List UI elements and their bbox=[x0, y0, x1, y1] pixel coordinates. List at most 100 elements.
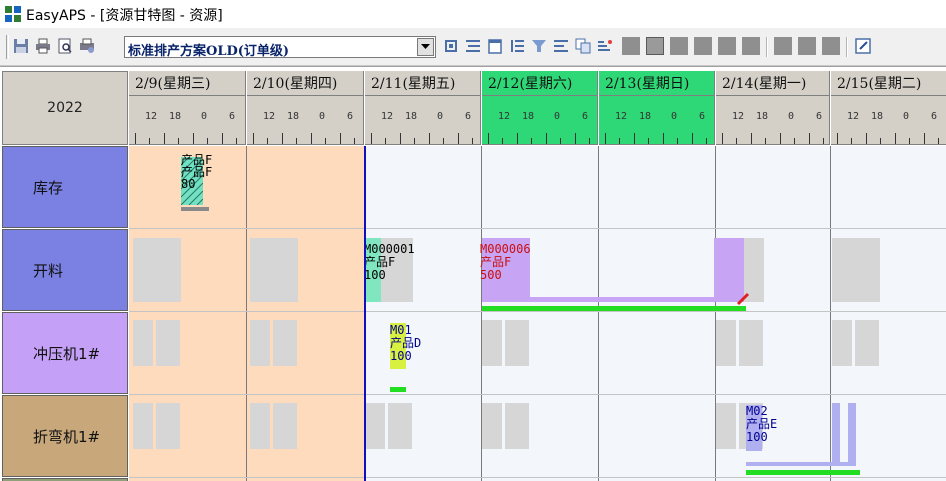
tick-label: 0 bbox=[437, 111, 444, 122]
day-header-weekend[interactable]: 2/13(星期日) 12 18 0 6 bbox=[599, 71, 715, 145]
shift-block bbox=[388, 403, 412, 449]
page-setup-icon[interactable] bbox=[78, 37, 96, 55]
shift-block bbox=[482, 320, 502, 366]
task-label-qty: 100 bbox=[390, 349, 412, 363]
task-label-product: 产品F bbox=[364, 255, 396, 269]
shift-block bbox=[505, 320, 529, 366]
day-divider bbox=[246, 146, 247, 481]
day-header[interactable]: 2/10(星期四) 12 18 0 6 bbox=[247, 71, 364, 145]
task-label-order: M000006 bbox=[480, 242, 531, 256]
task-bar-m000006-continuation bbox=[482, 297, 742, 302]
day-header[interactable]: 2/9(星期三) 12 18 0 6 bbox=[129, 71, 246, 145]
tick-label: 18 bbox=[756, 111, 769, 122]
row-divider bbox=[129, 394, 946, 395]
task-label-order: M02 bbox=[746, 404, 768, 418]
tick-label: 0 bbox=[554, 111, 561, 122]
resource-row-press-1[interactable]: 冲压机1# bbox=[2, 312, 128, 394]
plan-selector[interactable]: 标准排产方案OLD(订单级) bbox=[124, 36, 436, 59]
tick-label: 6 bbox=[229, 111, 236, 122]
gantt-view-button-8[interactable] bbox=[798, 37, 816, 55]
print-icon[interactable] bbox=[34, 37, 52, 55]
chevron-down-icon[interactable] bbox=[417, 38, 434, 56]
shift-block bbox=[133, 238, 181, 302]
task-bar-m02-end[interactable] bbox=[848, 403, 856, 463]
shift-block bbox=[273, 403, 297, 449]
row-divider bbox=[129, 228, 946, 229]
resource-row-inventory[interactable]: 库存 bbox=[2, 146, 128, 228]
app-logo-icon bbox=[5, 6, 21, 22]
day-header[interactable]: 2/14(星期一) 12 18 0 6 bbox=[716, 71, 830, 145]
shift-block bbox=[716, 320, 736, 366]
gantt-view-button-1[interactable] bbox=[622, 37, 640, 55]
resource-row-cutting[interactable]: 开料 bbox=[2, 229, 128, 311]
current-time-line bbox=[364, 146, 366, 481]
day-label: 2/9(星期三) bbox=[135, 76, 211, 92]
shift-block bbox=[855, 320, 879, 366]
tick-label: 6 bbox=[347, 111, 354, 122]
copy-icon[interactable] bbox=[574, 37, 592, 55]
shift-block bbox=[156, 403, 180, 449]
tick-label: 12 bbox=[263, 111, 276, 122]
align-icon[interactable] bbox=[552, 37, 570, 55]
day-label: 2/13(星期日) bbox=[605, 76, 690, 92]
gantt-view-button-2[interactable] bbox=[646, 37, 664, 55]
tick-label: 12 bbox=[498, 111, 511, 122]
future-period-background bbox=[365, 146, 946, 481]
gantt-view-button-4[interactable] bbox=[694, 37, 712, 55]
tick-label: 18 bbox=[522, 111, 535, 122]
shift-block bbox=[133, 320, 153, 366]
shift-block bbox=[365, 403, 385, 449]
tick-label: 18 bbox=[871, 111, 884, 122]
row-divider bbox=[129, 311, 946, 312]
day-divider bbox=[830, 146, 831, 481]
resource-row-bender-1[interactable]: 折弯机1# bbox=[2, 395, 128, 477]
tick-label: 0 bbox=[903, 111, 910, 122]
row-divider bbox=[129, 477, 946, 478]
sort-icon[interactable] bbox=[596, 37, 614, 55]
calendar-icon[interactable] bbox=[486, 37, 504, 55]
app-window: EasyAPS - [资源甘特图 - 资源] 标准排产方案OLD(订单级) 20… bbox=[0, 0, 946, 481]
indent-icon[interactable] bbox=[508, 37, 526, 55]
filter-icon[interactable] bbox=[530, 37, 548, 55]
toolbar-grip[interactable] bbox=[6, 35, 9, 59]
gantt-view-button-7[interactable] bbox=[774, 37, 792, 55]
day-label: 2/14(星期一) bbox=[722, 76, 807, 92]
toolbar-separator bbox=[846, 37, 848, 57]
day-label: 2/12(星期六) bbox=[488, 76, 573, 92]
tick-label: 18 bbox=[405, 111, 418, 122]
year-label: 2022 bbox=[47, 100, 83, 116]
day-header-weekend[interactable]: 2/12(星期六) 12 18 0 6 bbox=[482, 71, 598, 145]
shift-block bbox=[156, 320, 180, 366]
tick-label: 0 bbox=[788, 111, 795, 122]
day-header[interactable]: 2/15(星期二) 12 18 0 6 bbox=[831, 71, 946, 145]
day-header[interactable]: 2/11(星期五) 12 18 0 6 bbox=[365, 71, 481, 145]
edit-icon[interactable] bbox=[854, 37, 872, 55]
tick-label: 6 bbox=[816, 111, 823, 122]
tick-label: 6 bbox=[699, 111, 706, 122]
save-icon[interactable] bbox=[12, 37, 30, 55]
shift-block bbox=[832, 238, 880, 302]
resource-label: 库存 bbox=[33, 178, 64, 197]
resource-label: 冲压机1# bbox=[33, 344, 101, 363]
day-label: 2/11(星期五) bbox=[371, 76, 456, 92]
task-bar-m02-end[interactable] bbox=[832, 403, 840, 463]
gantt-view-button-3[interactable] bbox=[670, 37, 688, 55]
task-label-qty: 100 bbox=[746, 430, 768, 444]
tick-label: 12 bbox=[732, 111, 745, 122]
gantt-view-button-6[interactable] bbox=[742, 37, 760, 55]
shift-block bbox=[250, 238, 298, 302]
tick-label: 0 bbox=[319, 111, 326, 122]
print-preview-icon[interactable] bbox=[56, 37, 74, 55]
delay-marker-icon bbox=[736, 292, 750, 306]
tick-label: 18 bbox=[287, 111, 300, 122]
gantt-view-button-5[interactable] bbox=[718, 37, 736, 55]
tick-label: 18 bbox=[169, 111, 182, 122]
gantt-view-button-9[interactable] bbox=[822, 37, 840, 55]
refresh-icon[interactable] bbox=[442, 37, 460, 55]
task-label-order: M01 bbox=[390, 323, 412, 337]
day-divider bbox=[598, 146, 599, 481]
tick-label: 0 bbox=[671, 111, 678, 122]
list-icon[interactable] bbox=[464, 37, 482, 55]
tick-label: 12 bbox=[145, 111, 158, 122]
task-label-qty: 100 bbox=[364, 268, 386, 282]
